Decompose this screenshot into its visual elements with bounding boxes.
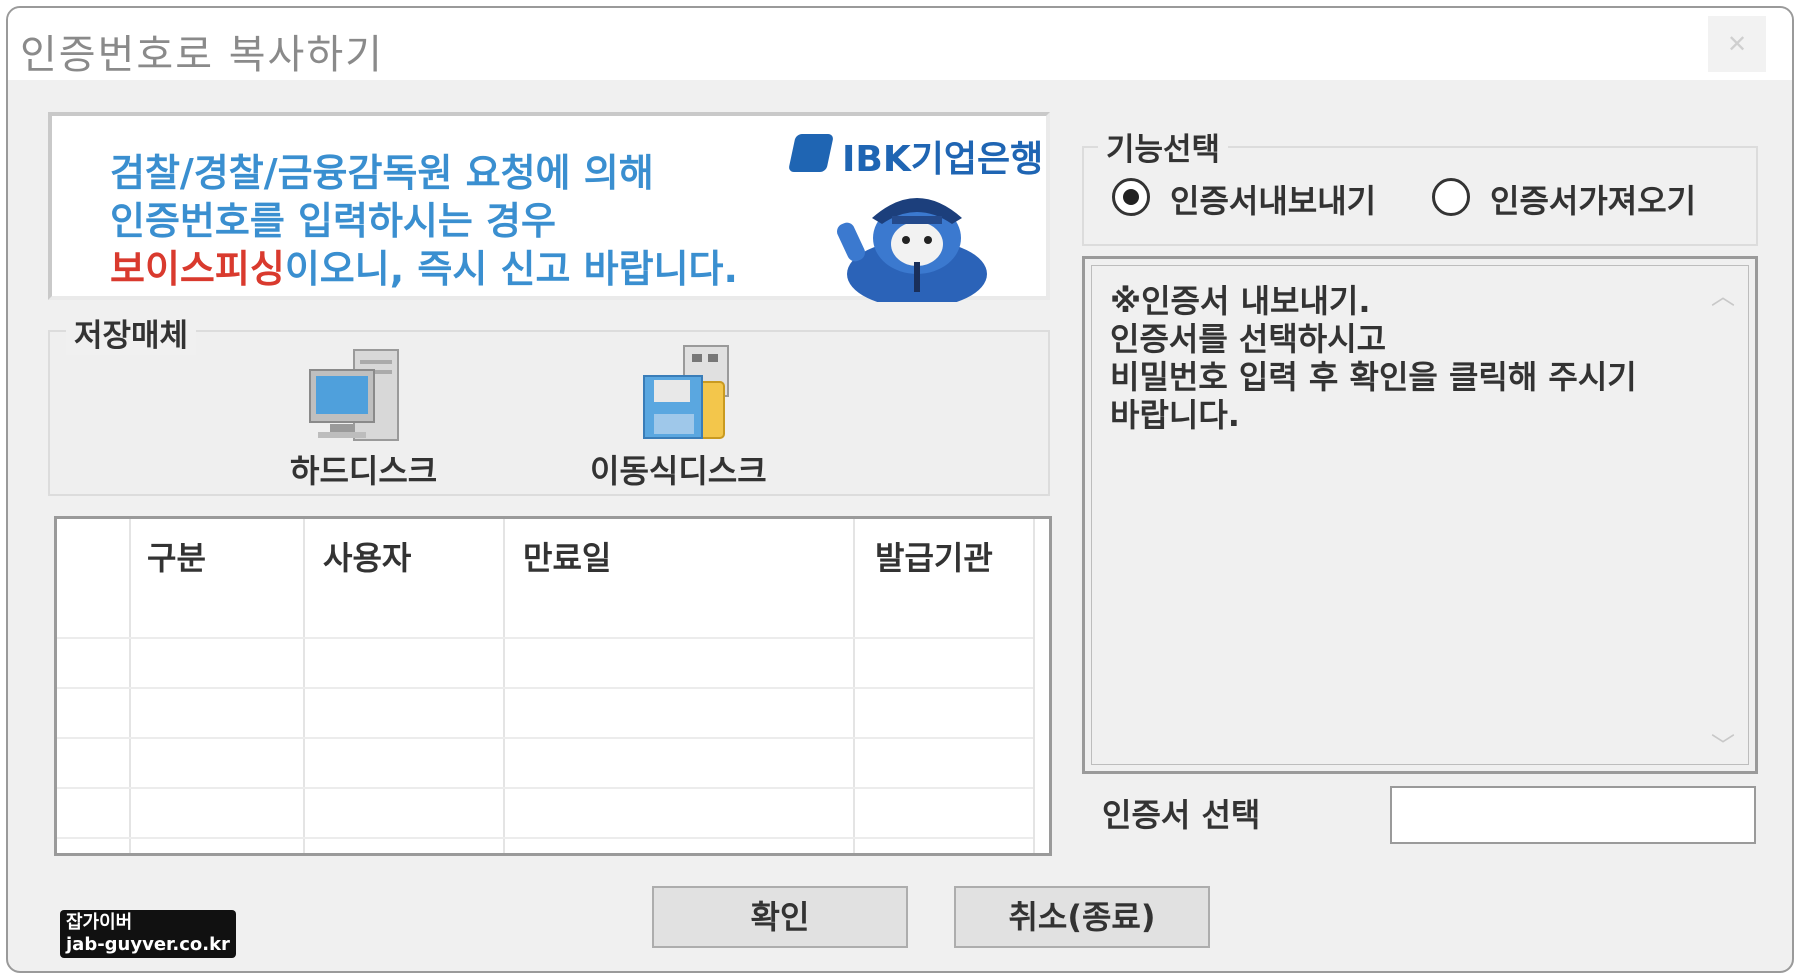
scroll-down-icon[interactable]: ﹀ [1710, 726, 1736, 760]
ok-button[interactable]: 확인 [652, 886, 908, 948]
column-header-type[interactable]: 구분 [147, 533, 206, 579]
radio-import-label[interactable]: 인증서가져오기 [1490, 176, 1696, 222]
watermark: 잡가이버 jab-guyver.co.kr [60, 910, 236, 958]
description-line: 바랍니다. [1110, 396, 1240, 434]
row-divider [57, 837, 1033, 839]
table-header: 구분 사용자 만료일 발급기관 [57, 519, 1049, 593]
storage-item-removable-disk[interactable]: 이동식디스크 [590, 446, 767, 492]
row-divider [57, 687, 1033, 689]
title-bar: 인증번호로 복사하기 ✕ [8, 8, 1792, 80]
window-title: 인증번호로 복사하기 [20, 32, 384, 78]
description-textarea[interactable]: ※인증서 내보내기. 인증서를 선택하시고 비밀번호 입력 후 확인을 클릭해 … [1091, 265, 1749, 765]
dialog-window: 인증번호로 복사하기 ✕ 검찰/경찰/금융감독원 요청에 의해 인증번호를 입력… [6, 6, 1794, 973]
computer-icon[interactable] [306, 346, 406, 446]
radio-export-label[interactable]: 인증서내보내기 [1170, 176, 1376, 222]
banner-line-3-rest: 이오니, 즉시 신고 바랍니다. [284, 247, 738, 291]
mascot-icon [837, 198, 987, 302]
banner-line-3: 보이스피싱이오니, 즉시 신고 바랍니다. [110, 238, 738, 293]
brand-name: IBK기업은행 [842, 139, 1044, 180]
close-button[interactable]: ✕ [1708, 16, 1766, 72]
storage-legend: 저장매체 [66, 310, 197, 355]
watermark-line-2: jab-guyver.co.kr [66, 934, 230, 955]
function-legend: 기능선택 [1098, 124, 1229, 169]
vertical-scrollbar[interactable]: ︿ ﹀ [1698, 266, 1748, 764]
certificate-table[interactable]: 구분 사용자 만료일 발급기관 [54, 516, 1052, 856]
banner-line-2: 인증번호를 입력하시는 경우 [110, 199, 556, 243]
scroll-up-icon[interactable]: ︿ [1710, 276, 1736, 310]
column-header-expiry[interactable]: 만료일 [523, 533, 611, 579]
removable-disk-icon[interactable] [638, 342, 738, 446]
watermark-line-1: 잡가이버 [66, 912, 133, 933]
cert-select-input[interactable] [1390, 786, 1756, 844]
column-divider [1033, 519, 1035, 853]
column-header-issuer[interactable]: 발급기관 [875, 533, 993, 579]
cancel-button[interactable]: 취소(종료) [954, 886, 1210, 948]
warning-banner: 검찰/경찰/금융감독원 요청에 의해 인증번호를 입력하시는 경우 보이스피싱이… [48, 112, 1050, 302]
row-divider [57, 737, 1033, 739]
ibk-logo-icon [787, 134, 835, 172]
cert-select-label: 인증서 선택 [1102, 796, 1261, 834]
radio-unselected-icon[interactable] [1432, 178, 1470, 216]
radio-import-certificate[interactable]: 인증서가져오기 [1432, 176, 1732, 220]
radio-dot-icon [1123, 189, 1139, 205]
row-divider [57, 637, 1033, 639]
close-icon: ✕ [1726, 30, 1748, 58]
banner-voice-phishing: 보이스피싱 [110, 247, 285, 291]
banner-line-1: 검찰/경찰/금융감독원 요청에 의해 [110, 151, 654, 195]
column-header-user[interactable]: 사용자 [323, 533, 411, 579]
storage-item-hard-disk[interactable]: 하드디스크 [290, 446, 437, 492]
function-select-group: 기능선택 인증서내보내기 인증서가져오기 [1082, 124, 1758, 246]
radio-selected-icon[interactable] [1112, 178, 1150, 216]
row-divider [57, 787, 1033, 789]
storage-media-group: 저장매체 하드디스크 이동식디스크 [48, 310, 1050, 496]
radio-export-certificate[interactable]: 인증서내보내기 [1112, 176, 1412, 220]
description-box: ※인증서 내보내기. 인증서를 선택하시고 비밀번호 입력 후 확인을 클릭해 … [1082, 256, 1758, 774]
